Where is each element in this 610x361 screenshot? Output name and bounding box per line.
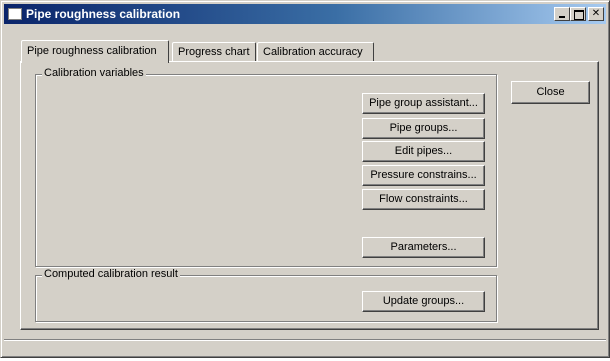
tab-panel: Calibration variables Pipe group assista…: [20, 61, 599, 330]
title-bar[interactable]: Pipe roughness calibration: [4, 4, 606, 24]
close-button[interactable]: Close: [511, 81, 590, 104]
update-groups-button[interactable]: Update groups...: [362, 291, 485, 312]
window-title: Pipe roughness calibration: [26, 7, 181, 21]
pipe-group-assistant-button[interactable]: Pipe group assistant...: [362, 93, 485, 114]
divider: [4, 339, 606, 340]
computed-result-label: Computed calibration result: [42, 268, 180, 280]
tab-calibration-accuracy[interactable]: Calibration accuracy: [257, 42, 374, 62]
calibration-window: Pipe roughness calibration Pipe roughnes…: [0, 0, 610, 358]
maximize-icon[interactable]: [570, 7, 586, 21]
app-icon: [8, 8, 22, 20]
close-icon[interactable]: [588, 7, 604, 21]
computed-result-group: Computed calibration result Update group…: [35, 268, 497, 322]
tab-pipe-roughness-calibration[interactable]: Pipe roughness calibration: [21, 40, 169, 63]
minimize-icon[interactable]: [554, 7, 570, 21]
pressure-constrains-button[interactable]: Pressure constrains...: [362, 165, 485, 186]
flow-constraints-button[interactable]: Flow constraints...: [362, 189, 485, 210]
tab-progress-chart[interactable]: Progress chart: [172, 42, 256, 62]
calibration-variables-group: Calibration variables Pipe group assista…: [35, 67, 497, 267]
calibration-variables-label: Calibration variables: [42, 67, 146, 79]
pipe-groups-button[interactable]: Pipe groups...: [362, 118, 485, 139]
parameters-button[interactable]: Parameters...: [362, 237, 485, 258]
edit-pipes-button[interactable]: Edit pipes...: [362, 141, 485, 162]
